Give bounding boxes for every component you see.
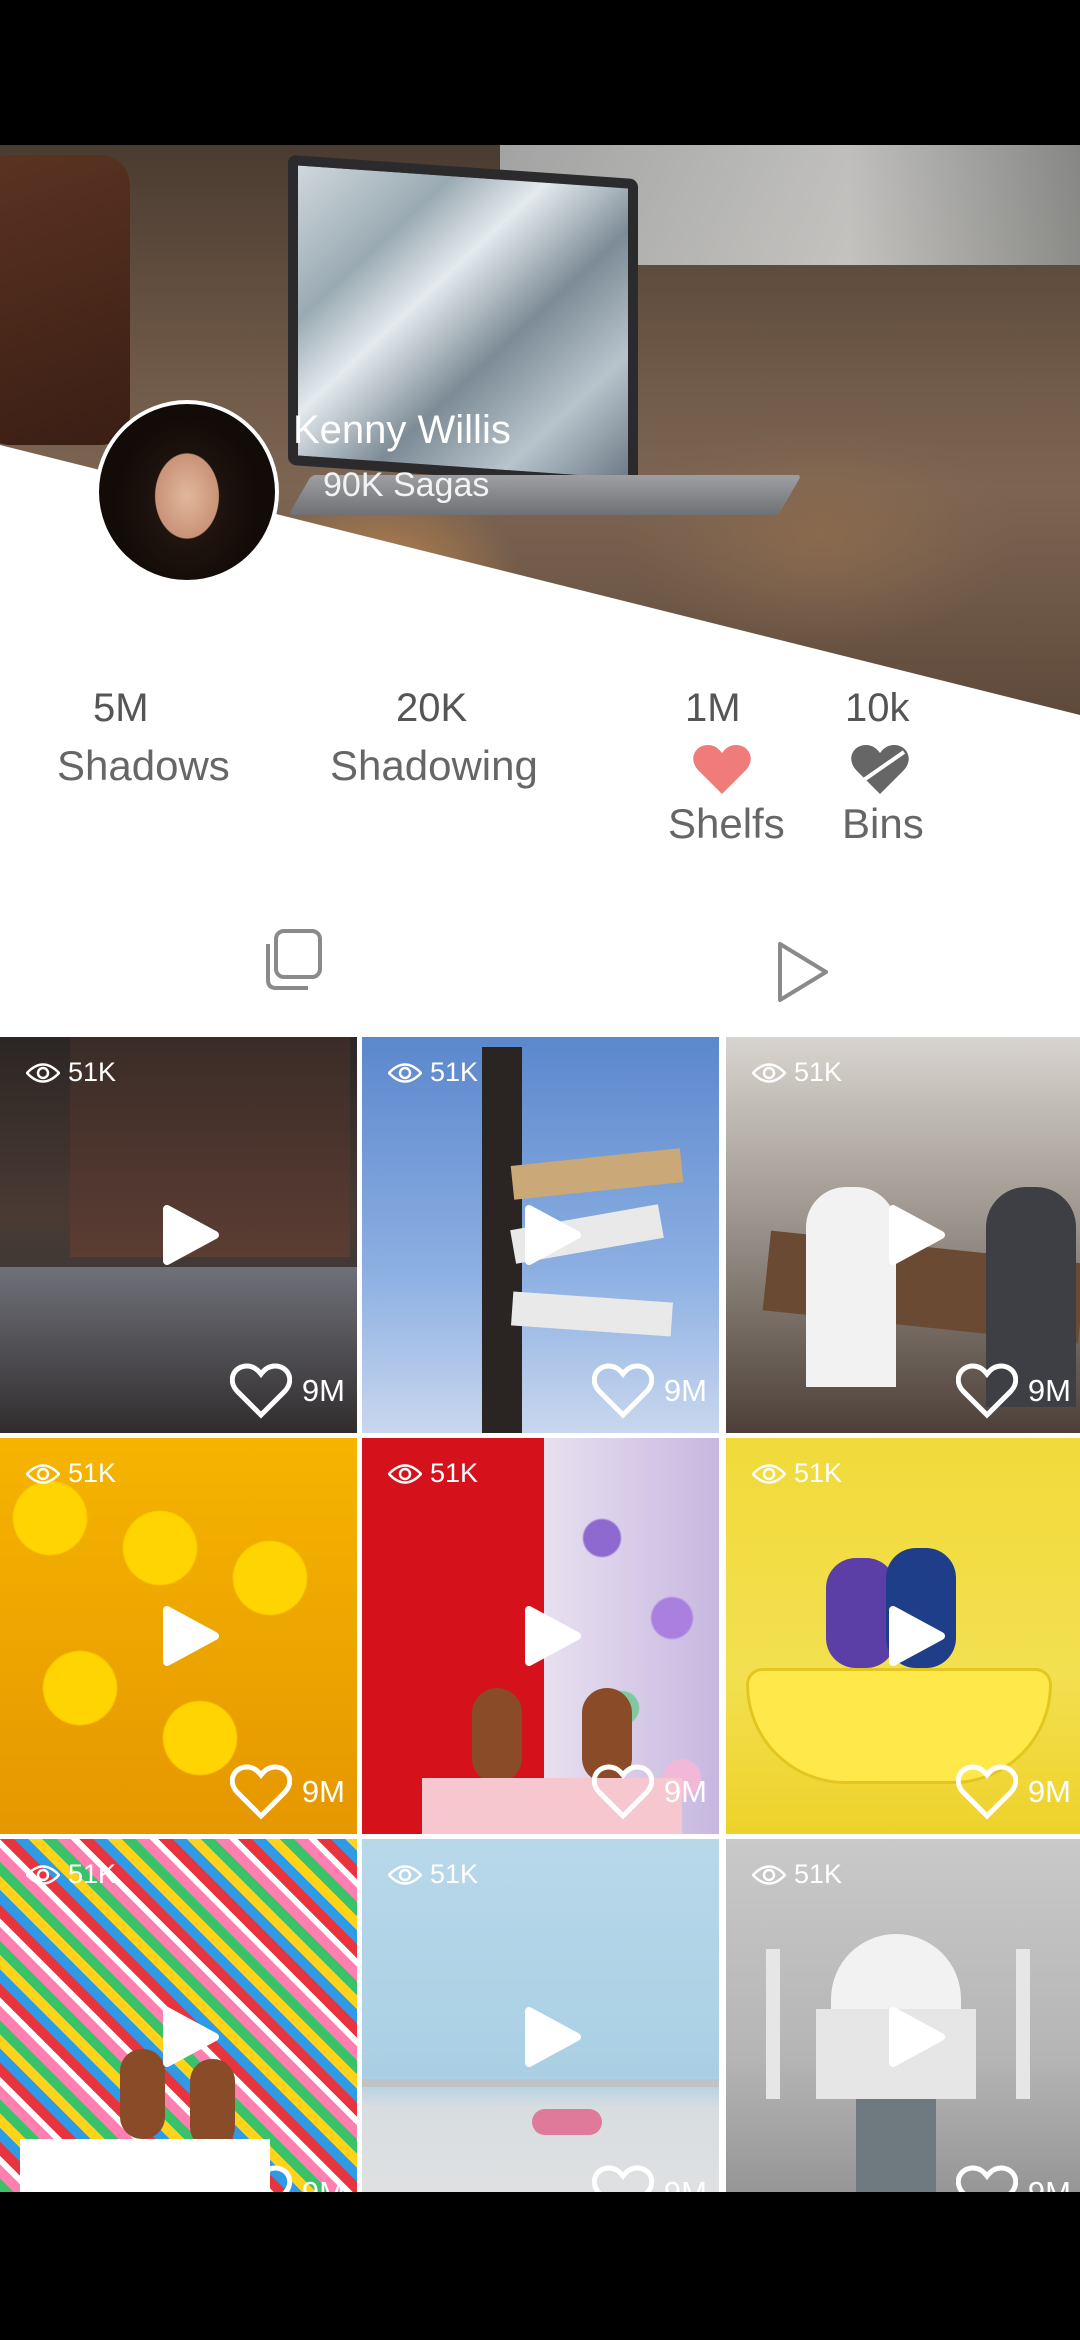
stat-label: Shelfs (668, 800, 785, 847)
view-count: 51K (26, 1057, 116, 1088)
view-count: 51K (388, 1057, 478, 1088)
view-count: 51K (388, 1859, 478, 1890)
heart-outline-icon (955, 2165, 1018, 2192)
grid-tile[interactable]: 51K 9M (726, 1037, 1080, 1433)
eye-icon (752, 1062, 786, 1083)
heart-outline-icon (229, 1363, 292, 1419)
view-count-text: 51K (430, 1057, 479, 1087)
like-count[interactable]: 9M (955, 1764, 1071, 1820)
grid-tile[interactable]: 51K 9M (362, 1438, 719, 1834)
like-count-text: 9M (663, 1373, 707, 1408)
play-icon[interactable] (161, 2005, 221, 2069)
stat-value: 10k (845, 686, 910, 730)
grid-tile[interactable]: 51K 9M (0, 1037, 357, 1433)
play-icon[interactable] (523, 1203, 583, 1267)
grid-tile[interactable]: 51K 9M (362, 1037, 719, 1433)
eye-icon (388, 1062, 422, 1083)
view-count-text: 51K (68, 1057, 117, 1087)
view-count-text: 51K (794, 1859, 843, 1889)
play-icon[interactable] (523, 1604, 583, 1668)
stat-label: Shadowing (330, 742, 538, 789)
play-icon[interactable] (161, 1604, 221, 1668)
like-count[interactable]: 9M (591, 1363, 707, 1419)
grid-tile[interactable]: 51K 9M (726, 1839, 1080, 2192)
heart-outline-icon (591, 1764, 654, 1820)
view-count-text: 51K (68, 1859, 117, 1889)
view-count: 51K (752, 1859, 842, 1890)
play-icon[interactable] (887, 2005, 947, 2069)
like-count[interactable]: 9M (955, 2165, 1071, 2192)
heart-outline-icon (229, 1764, 292, 1820)
grid-tile[interactable]: 51K 9M (0, 1438, 357, 1834)
eye-icon (26, 1864, 60, 1885)
heart-outline-icon (955, 1363, 1018, 1419)
view-count: 51K (388, 1458, 478, 1489)
view-count-text: 51K (794, 1458, 843, 1488)
like-count[interactable]: 9M (591, 2165, 707, 2192)
like-count-text: 9M (301, 1373, 345, 1408)
view-count-text: 51K (430, 1859, 479, 1889)
play-icon (778, 942, 828, 1002)
profile-name: Kenny Willis (293, 408, 511, 452)
navigation-bar (0, 2192, 1080, 2340)
like-count-text: 9M (301, 1774, 345, 1809)
stat-value: 20K (396, 686, 468, 730)
profile-subtitle: 90K Sagas (323, 466, 490, 504)
view-count: 51K (752, 1458, 842, 1489)
avatar[interactable] (95, 400, 279, 584)
stat-label: Shadows (57, 742, 230, 789)
view-count: 51K (752, 1057, 842, 1088)
like-count-text: 9M (664, 2175, 707, 2192)
stat-value: 5M (93, 686, 149, 730)
view-count: 51K (26, 1859, 116, 1890)
eye-icon (26, 1463, 60, 1484)
play-icon[interactable] (161, 1203, 221, 1267)
eye-icon (752, 1463, 786, 1484)
view-count-text: 51K (430, 1458, 479, 1488)
like-count-text: 9M (663, 1774, 707, 1809)
eye-icon (752, 1864, 786, 1885)
stat-value: 1M (685, 686, 741, 730)
like-count-text: 9M (1027, 1373, 1071, 1408)
eye-icon (388, 1864, 422, 1885)
broken-heart-icon (851, 745, 909, 794)
heart-outline-icon (591, 2165, 654, 2192)
like-count[interactable]: 9M (229, 2165, 345, 2192)
like-count[interactable]: 9M (955, 1363, 1071, 1419)
stat-label: Bins (842, 800, 924, 847)
grid-tile[interactable]: 51K 9M (362, 1839, 719, 2192)
like-count-text: 9M (1028, 2175, 1071, 2192)
like-count[interactable]: 9M (229, 1363, 345, 1419)
view-count: 51K (26, 1458, 116, 1489)
grid-tile[interactable]: 51K 9M (0, 1839, 357, 2192)
play-icon[interactable] (523, 2005, 583, 2069)
grid-tile[interactable]: 51K 9M (726, 1438, 1080, 1834)
heart-outline-icon (591, 1363, 654, 1419)
eye-icon (388, 1463, 422, 1484)
play-icon[interactable] (887, 1203, 947, 1267)
like-count[interactable]: 9M (591, 1764, 707, 1820)
heart-outline-icon (229, 2165, 292, 2192)
view-count-text: 51K (68, 1458, 117, 1488)
heart-icon (693, 745, 751, 794)
like-count-text: 9M (302, 2175, 345, 2192)
like-count[interactable]: 9M (229, 1764, 345, 1820)
view-count-text: 51K (794, 1057, 843, 1087)
eye-icon (26, 1062, 60, 1083)
media-grid: 51K 9M 51K 9M 51K 9M 51K 9M 51K 9M 51K 9… (0, 1037, 1080, 2192)
like-count-text: 9M (1027, 1774, 1071, 1809)
heart-outline-icon (955, 1764, 1018, 1820)
status-bar (0, 0, 1080, 145)
copy-icon (266, 929, 322, 990)
play-icon[interactable] (887, 1604, 947, 1668)
